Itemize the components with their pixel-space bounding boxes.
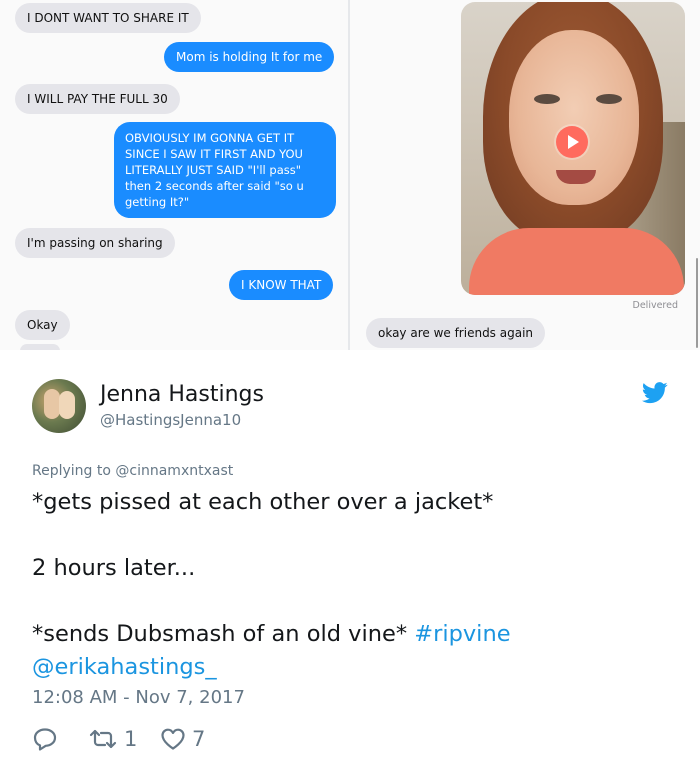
video-person-eye: [596, 94, 622, 104]
video-person-eye: [534, 94, 560, 104]
delivered-status: Delivered: [632, 300, 678, 311]
avatar-photo-figure: [59, 391, 75, 419]
message-incoming: I'm passing on sharing: [15, 228, 175, 258]
message-outgoing: I KNOW THAT: [229, 270, 334, 300]
right-chat-screenshot: Delivered okay are we friends again: [350, 0, 700, 350]
tweet-text-spacer: [32, 519, 511, 552]
replying-to: Replying to @cinnamxntxast: [32, 463, 233, 479]
message-incoming: okay are we friends again: [366, 318, 546, 348]
tweet-card: Jenna Hastings @HastingsJenna10 Replying…: [0, 350, 700, 782]
reply-icon: [33, 728, 57, 751]
heart-icon: [161, 728, 185, 750]
message-incoming: Okay: [15, 310, 70, 340]
avatar[interactable]: [32, 379, 86, 433]
reply-button[interactable]: [32, 727, 58, 751]
message-outgoing: OBVIOUSLY IM GONNA GET IT SINCE I SAW IT…: [114, 122, 336, 218]
retweet-count: 1: [124, 727, 138, 751]
tweet-text-spacer: [32, 585, 511, 618]
screenshots-area: I DONT WANT TO SHARE IT Mom is holding I…: [0, 0, 700, 350]
retweet-icon: [89, 729, 117, 749]
message-outgoing: Mom is holding It for me: [164, 42, 335, 72]
twitter-bird-icon[interactable]: [642, 382, 668, 404]
author-name[interactable]: Jenna Hastings: [100, 382, 264, 407]
tweet-text-line: *sends Dubsmash of an old vine*: [32, 621, 408, 647]
left-chat-screenshot: I DONT WANT TO SHARE IT Mom is holding I…: [0, 0, 348, 350]
replying-to-handle[interactable]: @cinnamxntxast: [115, 463, 233, 479]
author-handle[interactable]: @HastingsJenna10: [100, 411, 241, 429]
message-incoming: I DONT WANT TO SHARE IT: [15, 3, 201, 33]
tweet-timestamp[interactable]: 12:08 AM - Nov 7, 2017: [32, 687, 245, 708]
tweet-text-line: *gets pissed at each other over a jacket…: [32, 489, 494, 515]
scrollbar[interactable]: [696, 258, 698, 348]
tweet-text-line-with-hashtag: *sends Dubsmash of an old vine* #ripvine: [32, 618, 511, 651]
mention-link[interactable]: @erikahastings_: [32, 651, 511, 684]
video-person-shirt: [469, 228, 684, 295]
retweet-button[interactable]: 1: [88, 727, 137, 751]
replying-to-label: Replying to: [32, 463, 111, 479]
play-icon[interactable]: [556, 126, 588, 158]
like-count: 7: [192, 727, 206, 751]
video-message[interactable]: [461, 2, 685, 295]
message-incoming: I WILL PAY THE FULL 30: [15, 84, 180, 114]
hashtag-link[interactable]: #ripvine: [414, 621, 510, 647]
avatar-photo-figure: [44, 389, 60, 419]
like-button[interactable]: 7: [160, 727, 205, 751]
tweet-text: *gets pissed at each other over a jacket…: [32, 486, 511, 684]
tweet-text-line: 2 hours later...: [32, 555, 196, 581]
